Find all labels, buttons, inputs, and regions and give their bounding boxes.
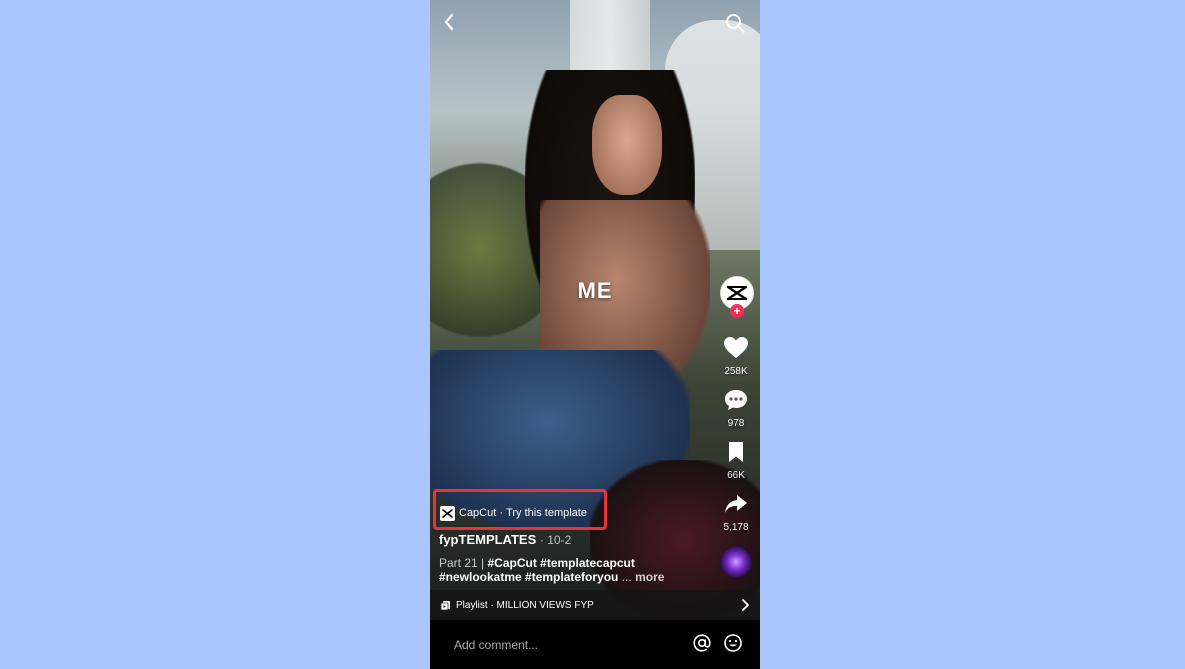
capcut-icon [440, 505, 455, 521]
post-date: · 10-2 [539, 533, 572, 547]
caption-more-link[interactable]: more [635, 570, 664, 584]
capcut-logo-icon [726, 285, 748, 301]
post-caption: Part 21 | #CapCut #templatecapcut #newlo… [439, 556, 679, 584]
video-overlay-text: ME [577, 278, 613, 303]
smiley-icon [724, 634, 742, 652]
creator-avatar[interactable]: + [720, 276, 754, 320]
back-button[interactable] [438, 10, 462, 34]
chevron-left-icon [444, 13, 454, 31]
template-separator: · [496, 507, 507, 519]
at-sign-icon [693, 634, 711, 652]
mention-button[interactable] [692, 633, 712, 653]
emoji-button[interactable] [723, 633, 743, 653]
heart-icon [724, 337, 748, 358]
caption-ellipsis: ... [618, 570, 636, 584]
like-count: 258K [724, 366, 748, 377]
share-button[interactable]: 5,178 [718, 492, 754, 533]
bookmark-icon [729, 442, 743, 462]
comment-count: 978 [727, 418, 745, 429]
template-cta: Try this template [506, 507, 587, 519]
bookmark-button[interactable]: 66K [718, 440, 754, 481]
phone-frame: ME + 258K 978 66K 5,178 CapCut · Try thi… [430, 0, 760, 669]
follow-button[interactable]: + [730, 304, 744, 318]
comment-bar [430, 620, 760, 669]
playlist-bar[interactable]: Playlist · MILLION VIEWS FYP [430, 590, 760, 620]
search-icon [726, 14, 745, 33]
share-arrow-icon [725, 495, 747, 513]
playlist-icon [440, 600, 450, 610]
try-template-link[interactable]: CapCut · Try this template [440, 503, 587, 523]
playlist-label: Playlist · MILLION VIEWS FYP [456, 599, 594, 611]
username-link[interactable]: fypTEMPLATES [439, 532, 536, 547]
bookmark-count: 66K [727, 470, 745, 481]
comment-input[interactable] [452, 634, 676, 656]
music-disc[interactable] [720, 546, 752, 578]
like-button[interactable]: 258K [718, 336, 754, 377]
chevron-right-icon [742, 599, 749, 611]
subject-face [592, 95, 662, 195]
post-header: fypTEMPLATES · 10-2 [439, 532, 571, 547]
comment-button[interactable]: 978 [718, 388, 754, 429]
search-button[interactable] [724, 12, 746, 34]
plus-icon: + [733, 304, 741, 318]
template-brand: CapCut [459, 507, 497, 519]
share-count: 5,178 [723, 522, 749, 533]
caption-part: Part 21 | [439, 556, 488, 570]
comment-icon [725, 390, 747, 410]
